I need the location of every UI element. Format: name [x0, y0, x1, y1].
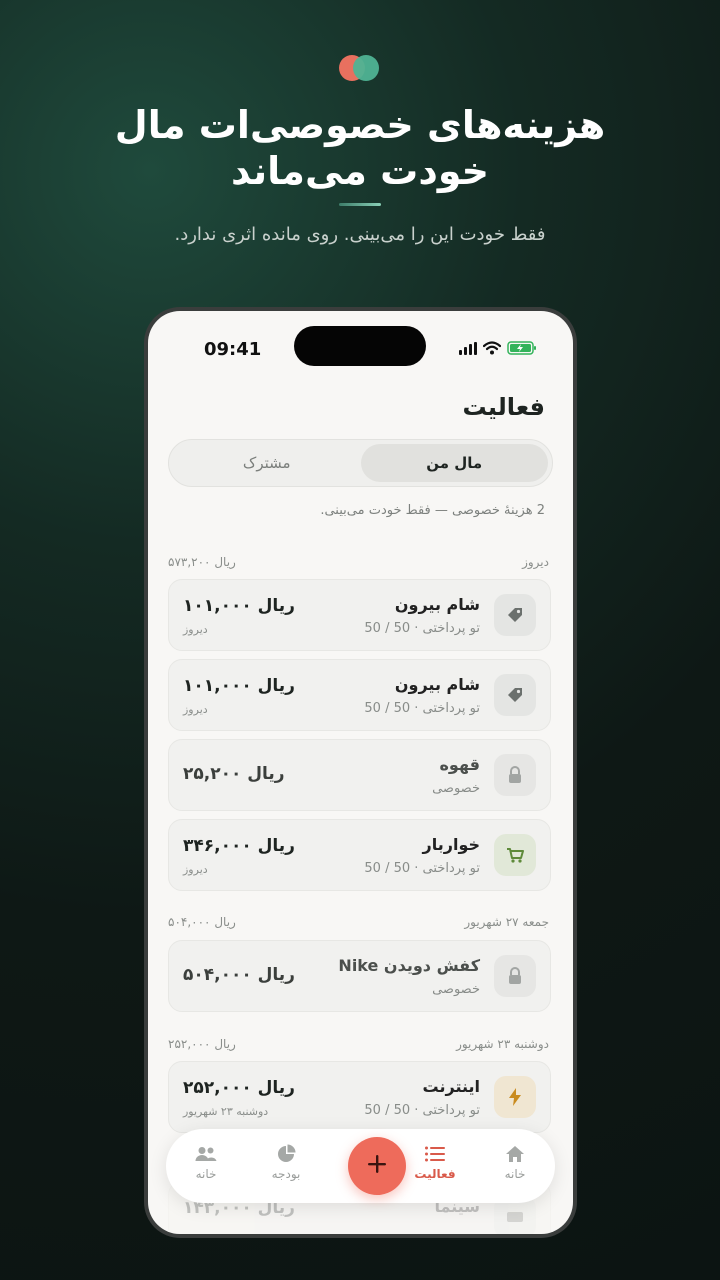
- expense-title: شام بیرون: [394, 675, 480, 694]
- people-icon: [176, 1141, 236, 1167]
- group-header: جمعه ۲۷ شهریور ریال ۵۰۴,۰۰۰: [168, 915, 549, 933]
- group-header: دیروز ریال ۵۷۳,۲۰۰: [168, 555, 549, 573]
- tab-budget[interactable]: بودجه: [256, 1141, 316, 1181]
- group-label: دوشنبه ۲۳ شهریور: [456, 1037, 549, 1051]
- status-time: 09:41: [204, 339, 262, 360]
- bolt-icon: [494, 1076, 536, 1118]
- hero-headline-line2: خودت می‌ماند: [230, 149, 490, 193]
- battery-charging-icon: [507, 341, 537, 355]
- status-icons: [459, 341, 537, 355]
- home-icon: [485, 1141, 545, 1167]
- expense-subtitle: تو پرداختی · 50 / 50: [364, 861, 480, 876]
- group-total: ریال ۵۷۳,۲۰۰: [168, 555, 236, 569]
- expense-card-private[interactable]: قهوه خصوصی ریال ۲۵,۲۰۰: [168, 739, 551, 811]
- plus-icon: [366, 1153, 388, 1179]
- tab-home-label: خانه: [504, 1167, 526, 1181]
- private-info-line: 2 هزینهٔ خصوصی — فقط خودت می‌بینی.: [320, 503, 545, 518]
- signal-icon: [459, 341, 477, 355]
- expense-card[interactable]: اینترنت تو پرداختی · 50 / 50 ریال ۲۵۲,۰۰…: [168, 1061, 551, 1133]
- hero-subline: فقط خودت این را می‌بینی. روی مانده اثری …: [174, 224, 546, 245]
- group-header: دوشنبه ۲۳ شهریور ریال ۲۵۲,۰۰۰: [168, 1037, 549, 1055]
- phone-screen: 09:41 فعالیت مال من مشترک 2 هزینهٔ خصوصی…: [148, 311, 573, 1234]
- expense-subtitle: تو پرداختی · 50 / 50: [364, 701, 480, 716]
- hero-headline: هزینه‌های خصوصی‌ات مال خودت می‌ماند: [60, 102, 660, 194]
- tag-icon: [494, 594, 536, 636]
- expense-title: خواربار: [422, 835, 480, 854]
- segmented-control: مال من مشترک: [168, 439, 553, 487]
- tab-home[interactable]: خانه: [485, 1141, 545, 1181]
- expense-subtitle: تو پرداختی · 50 / 50: [364, 1103, 480, 1118]
- expense-title: کفش دویدن Nike: [338, 956, 480, 975]
- expense-amount: ریال ۵۰۴,۰۰۰: [183, 965, 295, 985]
- expense-title: قهوه: [439, 755, 480, 774]
- expense-amount: ریال ۱۰۱,۰۰۰: [183, 676, 295, 696]
- expense-amount: ریال ۲۵۲,۰۰۰: [183, 1078, 295, 1098]
- tab-people-label: خانه: [195, 1167, 217, 1181]
- pie-chart-icon: [256, 1141, 316, 1167]
- expense-title: اینترنت: [422, 1077, 480, 1096]
- hero-divider: [339, 203, 381, 206]
- wifi-icon: [483, 341, 501, 355]
- app-logo: [339, 55, 381, 81]
- expense-card[interactable]: خواربار تو پرداختی · 50 / 50 ریال ۳۴۶,۰۰…: [168, 819, 551, 891]
- tab-activity-label: فعالیت: [414, 1167, 456, 1181]
- expense-amount: ریال ۳۴۶,۰۰۰: [183, 836, 295, 856]
- tag-icon: [494, 674, 536, 716]
- list-icon: [405, 1141, 465, 1167]
- group-total: ریال ۲۵۲,۰۰۰: [168, 1037, 236, 1051]
- expense-amount: ریال ۱۰۱,۰۰۰: [183, 596, 295, 616]
- dynamic-island: [294, 326, 426, 366]
- page-title: فعالیت: [462, 393, 546, 421]
- group-label: دیروز: [522, 555, 549, 569]
- expense-date: دوشنبه ۲۳ شهریور: [183, 1105, 269, 1118]
- lock-icon: [494, 955, 536, 997]
- expense-date: دیروز: [183, 623, 208, 636]
- segment-mine[interactable]: مال من: [360, 444, 548, 482]
- tab-people[interactable]: خانه: [176, 1141, 236, 1181]
- expense-amount: ریال ۲۵,۲۰۰: [183, 764, 285, 784]
- tab-budget-label: بودجه: [271, 1167, 301, 1181]
- phone-frame: 09:41 فعالیت مال من مشترک 2 هزینهٔ خصوصی…: [144, 307, 577, 1238]
- bottom-tab-bar: خانه فعالیت بودجه خانه: [166, 1129, 555, 1203]
- expense-subtitle: تو پرداختی · 50 / 50: [364, 621, 480, 636]
- tab-activity[interactable]: فعالیت: [405, 1141, 465, 1181]
- hero-headline-line1: هزینه‌های خصوصی‌ات مال: [114, 103, 606, 147]
- segment-shared[interactable]: مشترک: [173, 444, 361, 482]
- group-total: ریال ۵۰۴,۰۰۰: [168, 915, 236, 929]
- expense-subtitle: خصوصی: [432, 781, 480, 796]
- add-expense-button[interactable]: [348, 1137, 406, 1195]
- cart-icon: [494, 834, 536, 876]
- expense-card[interactable]: شام بیرون تو پرداختی · 50 / 50 ریال ۱۰۱,…: [168, 659, 551, 731]
- expense-date: دیروز: [183, 863, 208, 876]
- expense-date: دیروز: [183, 703, 208, 716]
- expense-card[interactable]: شام بیرون تو پرداختی · 50 / 50 ریال ۱۰۱,…: [168, 579, 551, 651]
- group-label: جمعه ۲۷ شهریور: [464, 915, 549, 929]
- expense-subtitle: خصوصی: [432, 982, 480, 997]
- expense-title: شام بیرون: [394, 595, 480, 614]
- expense-card-private[interactable]: کفش دویدن Nike خصوصی ریال ۵۰۴,۰۰۰: [168, 940, 551, 1012]
- lock-icon: [494, 754, 536, 796]
